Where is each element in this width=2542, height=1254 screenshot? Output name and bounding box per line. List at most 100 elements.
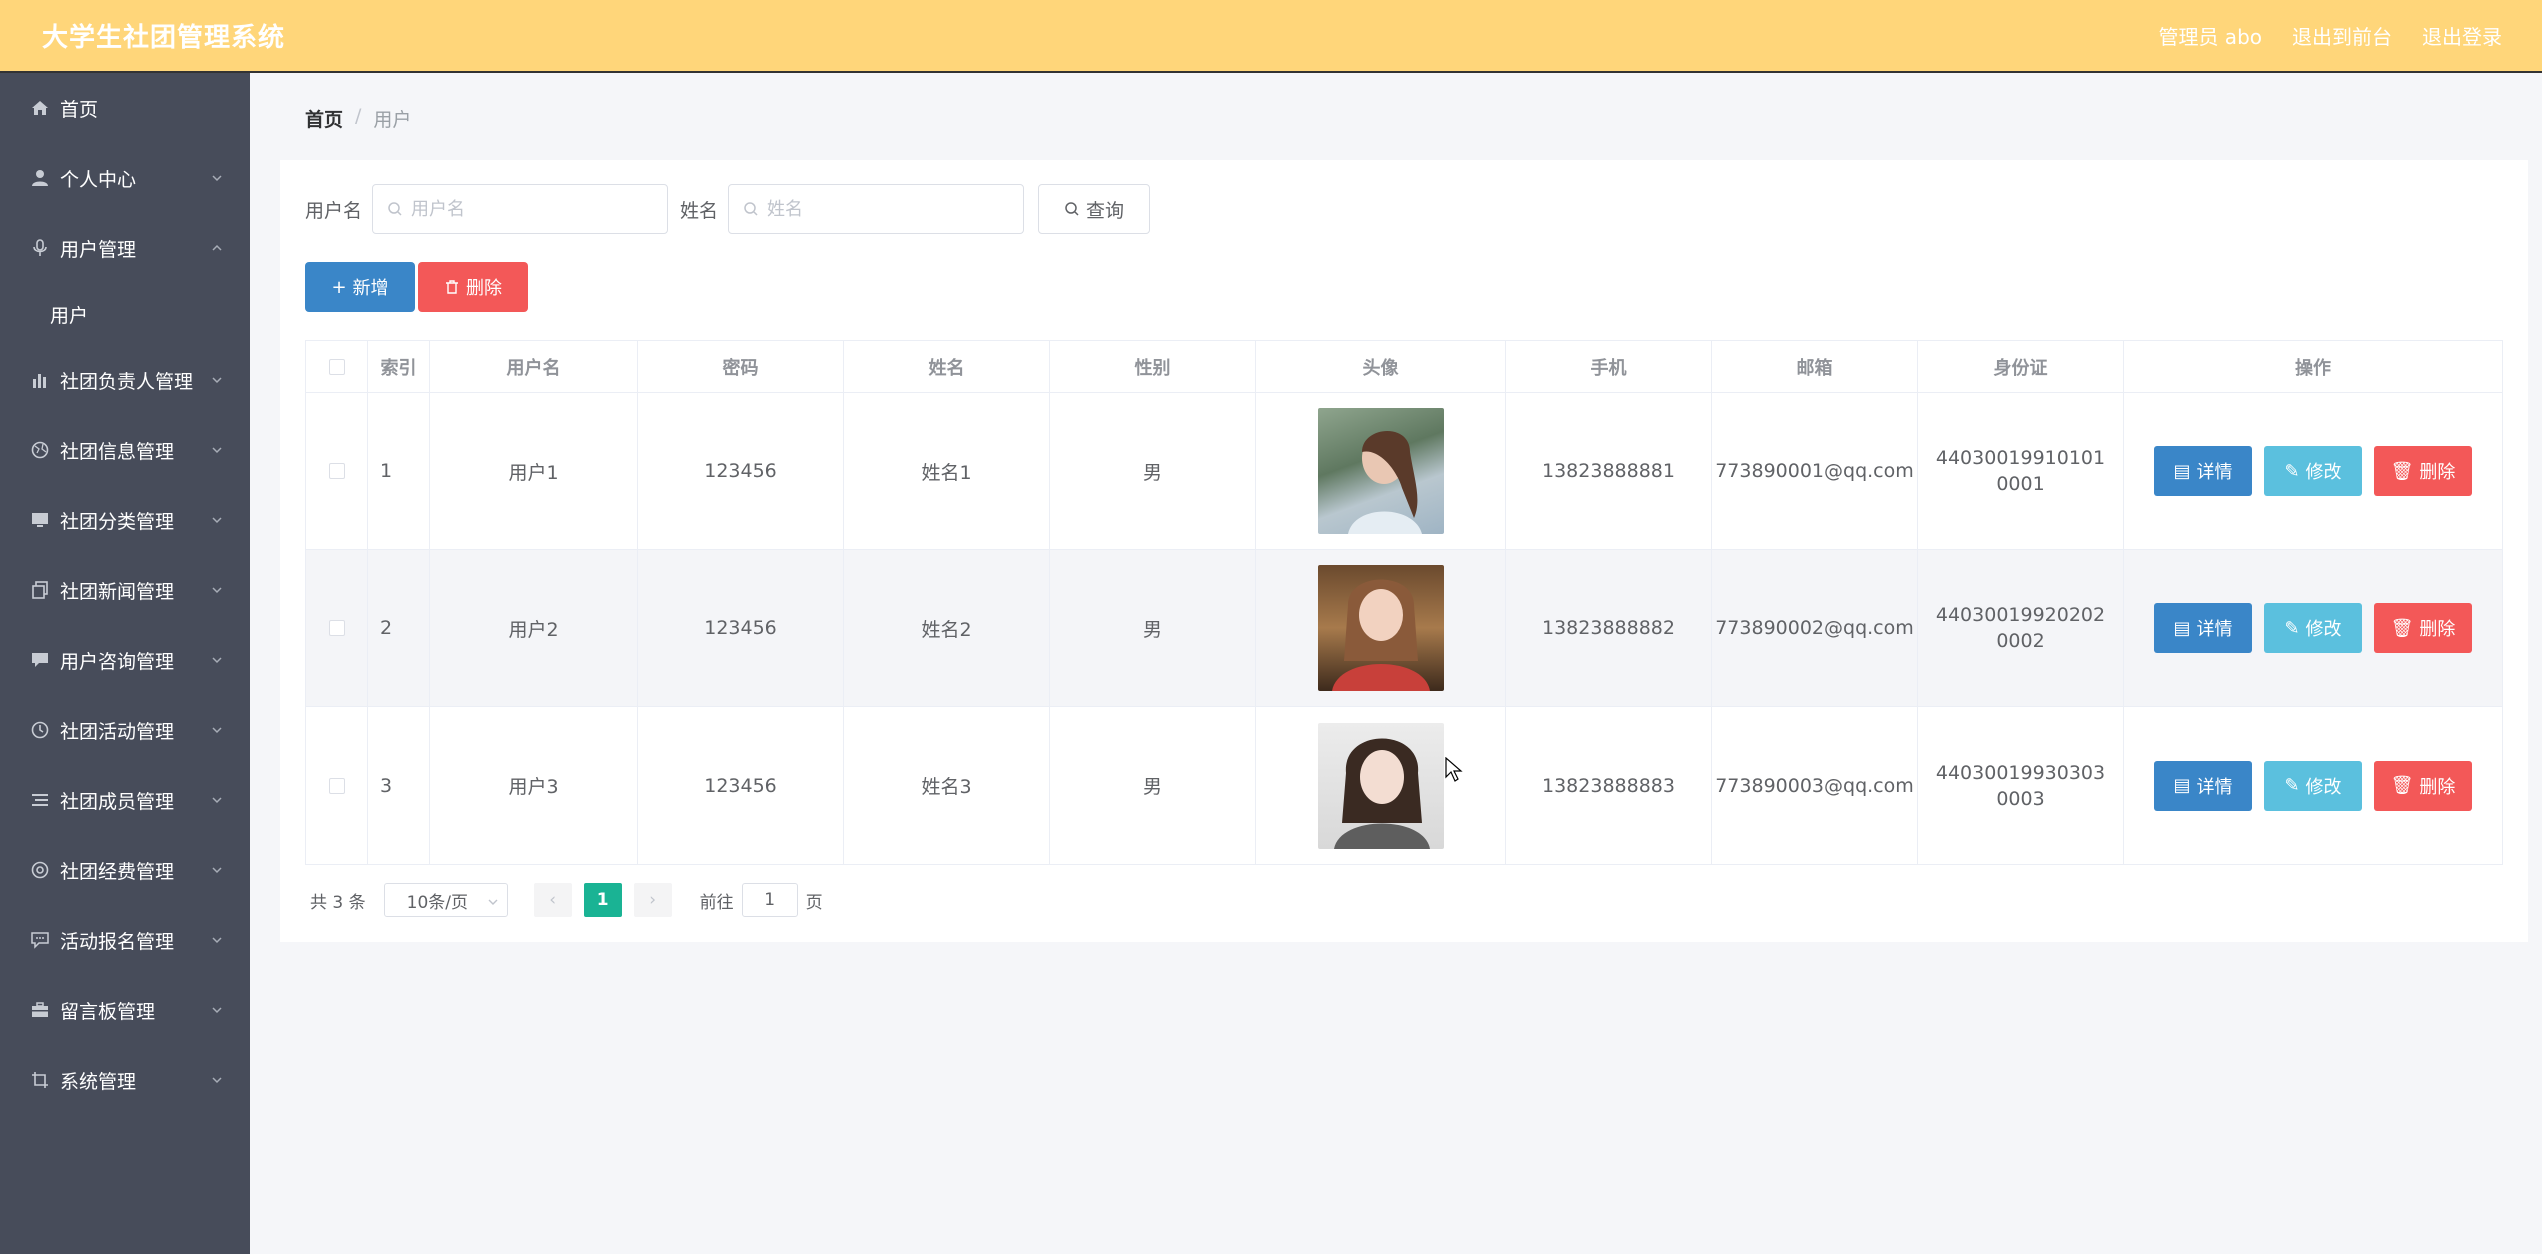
table-row: 1 用户1 123456 姓名1 男 13823888881 773890001… [306,393,2502,550]
row-checkbox[interactable] [328,777,345,794]
page-size-select[interactable]: 10条/页 [383,883,508,917]
detail-button-label: 详情 [2196,776,2233,798]
sidebar-item-home[interactable]: 首页 [0,73,250,143]
phone-cell: 13823888881 [1506,393,1712,549]
select-all-checkbox[interactable] [328,358,345,375]
search-icon [388,202,402,216]
goto-suffix: 页 [805,892,823,913]
actions-cell: ▤ 详情 ✎ 修改 🗑 删除 [2124,550,2502,706]
avatar-image[interactable] [1317,722,1444,849]
name-search-field[interactable] [728,184,1025,234]
detail-button[interactable]: ▤ 详情 [2154,446,2252,496]
delete-button[interactable]: 🗑 删除 [2374,446,2472,496]
admin-user-link[interactable]: 管理员 abo [2158,21,2262,50]
pagination: 共 3 条 10条/页 ‹ 1 › 前往 1 页 [310,883,823,917]
chevron-down-icon [212,175,222,182]
logout-link[interactable]: 退出登录 [2422,21,2502,50]
batch-delete-button[interactable]: 删除 [418,262,528,312]
sidebar-item-activity-signup-management[interactable]: 活动报名管理 [0,905,250,975]
copy-icon [30,580,50,600]
detail-button[interactable]: ▤ 详情 [2154,603,2252,653]
row-select-cell [306,550,368,706]
edit-button[interactable]: ✎ 修改 [2264,603,2362,653]
breadcrumb-home[interactable]: 首页 [305,105,343,132]
document-icon: ▤ [2173,617,2191,639]
table-row: 2 用户2 123456 姓名2 男 13823888882 773890002… [306,550,2502,707]
chevron-down-icon [212,587,222,594]
mic-icon [30,238,50,258]
page-size-value: 10条/页 [406,892,468,913]
phone-cell: 13823888882 [1506,550,1712,706]
sidebar-item-club-member-management[interactable]: 社团成员管理 [0,765,250,835]
avatar-image[interactable] [1317,408,1444,534]
query-button[interactable]: 查询 [1038,184,1151,234]
edit-button[interactable]: ✎ 修改 [2264,446,2362,496]
email-cell: 773890003@qq.com [1712,707,1918,864]
add-button[interactable]: + 新增 [305,262,415,312]
content-panel: 用户名 姓名 查询 + 新增 删除 [280,160,2528,942]
edit-button[interactable]: ✎ 修改 [2264,760,2362,811]
sidebar-item-system-management[interactable]: 系统管理 [0,1045,250,1115]
edit-button-label: 修改 [2305,619,2342,640]
select-all-cell [306,341,368,392]
sidebar-item-label: 首页 [60,98,99,121]
column-header-phone: 手机 [1506,341,1712,392]
next-page-button[interactable]: › [633,883,672,917]
avatar-image[interactable] [1317,565,1444,691]
search-form: 用户名 姓名 查询 [305,184,1151,234]
username-search-field[interactable] [372,184,669,234]
column-header-index: 索引 [368,341,430,392]
detail-button[interactable]: ▤ 详情 [2154,760,2252,811]
sidebar-item-personal-center[interactable]: 个人中心 [0,143,250,213]
message-icon [30,930,50,950]
main-content: 首页 / 用户 用户名 姓名 查询 + 新增 [250,75,2542,1254]
batch-delete-button-label: 删除 [466,278,502,299]
chevron-down-icon [212,377,222,384]
idcard-text: 440300199101010001 [1935,447,2106,495]
sidebar-item-label: 社团新闻管理 [60,580,175,603]
name-search-input[interactable] [767,198,1008,220]
table-header: 索引 用户名 密码 姓名 性别 头像 手机 邮箱 身份证 操作 [306,341,2502,393]
table-row: 3 用户3 123456 姓名3 男 13823888883 773890003… [306,707,2502,864]
sidebar-item-club-leader-management[interactable]: 社团负责人管理 [0,345,250,415]
delete-button-label: 删除 [2419,776,2456,798]
delete-button[interactable]: 🗑 删除 [2374,603,2472,653]
avatar-cell [1256,393,1506,549]
sidebar-item-user-consult-management[interactable]: 用户咨询管理 [0,625,250,695]
sidebar-item-club-news-management[interactable]: 社团新闻管理 [0,555,250,625]
sidebar-item-label: 活动报名管理 [60,930,175,953]
sidebar-item-club-category-management[interactable]: 社团分类管理 [0,485,250,555]
password-cell: 123456 [638,393,844,549]
page-number-current[interactable]: 1 [583,883,622,917]
sidebar-item-label: 系统管理 [60,1070,137,1093]
sidebar-item-club-info-management[interactable]: 社团信息管理 [0,415,250,485]
sidebar-item-user-management[interactable]: 用户管理 [0,213,250,283]
users-table: 索引 用户名 密码 姓名 性别 头像 手机 邮箱 身份证 操作 1 用户1 12… [305,340,2503,865]
sidebar-item-label: 社团负责人管理 [60,370,194,393]
chevron-up-icon [212,244,222,251]
username-search-input[interactable] [411,198,652,220]
document-icon: ▤ [2173,460,2191,482]
document-icon: ▤ [2173,775,2191,796]
sidebar-item-club-fund-management[interactable]: 社团经费管理 [0,835,250,905]
phone-cell: 13823888883 [1506,707,1712,864]
sidebar-item-message-board-management[interactable]: 留言板管理 [0,975,250,1045]
row-checkbox[interactable] [328,620,345,636]
column-header-gender: 性别 [1050,341,1256,392]
prev-page-button[interactable]: ‹ [533,883,572,917]
exit-to-frontend-link[interactable]: 退出到前台 [2292,21,2392,50]
row-checkbox[interactable] [328,463,345,479]
idcard-cell: 440300199202020002 [1918,550,2124,706]
row-actions: ▤ 详情 ✎ 修改 🗑 删除 [2154,603,2472,653]
goto-page-input[interactable]: 1 [741,883,798,917]
chevron-down-icon [212,727,222,734]
sidebar-subitem-users[interactable]: 用户 [0,283,250,345]
sidebar-item-club-activity-management[interactable]: 社团活动管理 [0,695,250,765]
sidebar-item-label: 社团成员管理 [60,790,175,813]
idcard-cell: 440300199303030003 [1918,707,2124,864]
actions-cell: ▤ 详情 ✎ 修改 🗑 删除 [2124,393,2502,549]
idcard-text: 440300199202020002 [1935,604,2106,652]
delete-button[interactable]: 🗑 删除 [2374,760,2472,811]
row-actions: ▤ 详情 ✎ 修改 🗑 删除 [2154,446,2472,496]
password-cell: 123456 [638,707,844,864]
